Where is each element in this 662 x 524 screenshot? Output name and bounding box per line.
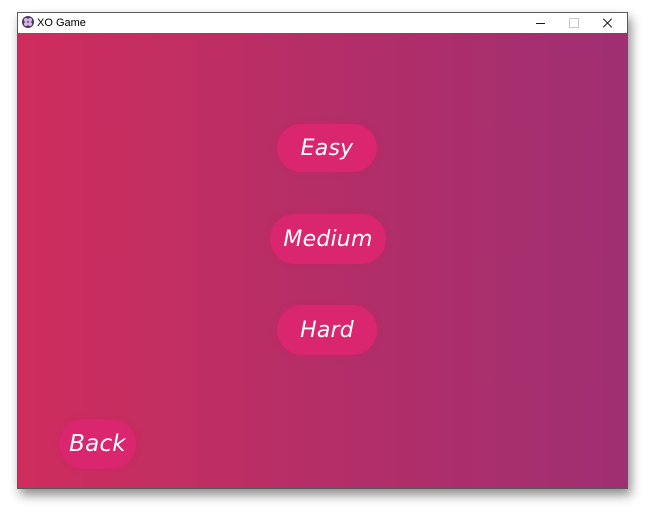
window-title: XO Game (37, 17, 86, 29)
title-bar[interactable]: XO Game (18, 13, 627, 33)
minimize-icon (535, 23, 545, 24)
hard-button[interactable]: Hard (277, 305, 377, 355)
maximize-button[interactable] (557, 13, 591, 33)
close-button[interactable] (591, 13, 625, 33)
close-icon (603, 18, 613, 28)
minimize-button[interactable] (523, 13, 557, 33)
medium-button[interactable]: Medium (270, 214, 386, 264)
xo-app-icon (22, 16, 34, 28)
difficulty-menu-panel: Easy Medium Hard Back (18, 33, 627, 488)
easy-button[interactable]: Easy (277, 124, 377, 172)
maximize-icon (569, 18, 579, 28)
app-window: XO Game Easy Medium Hard Back (17, 12, 628, 489)
back-button[interactable]: Back (59, 419, 136, 469)
screenshot-stage: XO Game Easy Medium Hard Back (0, 0, 662, 524)
